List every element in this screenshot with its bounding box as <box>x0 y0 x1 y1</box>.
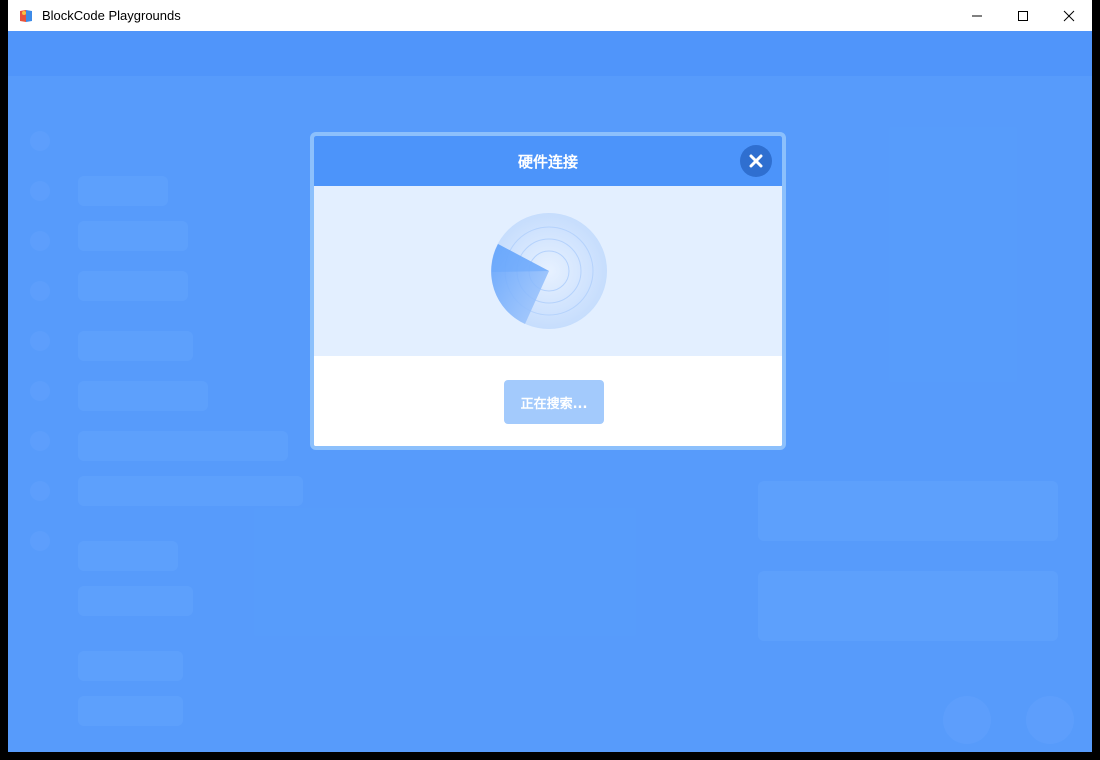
app-content: 硬件连接 正在搜索... <box>8 31 1092 752</box>
close-window-icon <box>1063 10 1075 21</box>
maximize-button[interactable] <box>1000 0 1046 31</box>
radar-scan-icon <box>490 212 608 330</box>
dialog-close-button[interactable] <box>740 145 772 177</box>
close-window-button[interactable] <box>1046 0 1092 31</box>
hardware-connect-dialog: 硬件连接 正在搜索... <box>310 132 786 450</box>
minimize-icon <box>972 15 982 16</box>
dialog-footer: 正在搜索... <box>314 356 782 446</box>
dialog-header: 硬件连接 <box>314 136 782 186</box>
dialog-body <box>314 186 782 356</box>
title-bar: BlockCode Playgrounds <box>8 0 1092 31</box>
app-logo-icon <box>18 8 34 24</box>
window-title: BlockCode Playgrounds <box>42 8 181 23</box>
dialog-title: 硬件连接 <box>517 152 578 171</box>
searching-button[interactable]: 正在搜索... <box>504 380 604 424</box>
close-icon <box>749 154 763 168</box>
minimize-button[interactable] <box>954 0 1000 31</box>
window-controls <box>954 0 1092 31</box>
app-window: BlockCode Playgrounds 硬件连接 正在搜索... <box>0 0 1100 760</box>
maximize-icon <box>1018 10 1028 21</box>
